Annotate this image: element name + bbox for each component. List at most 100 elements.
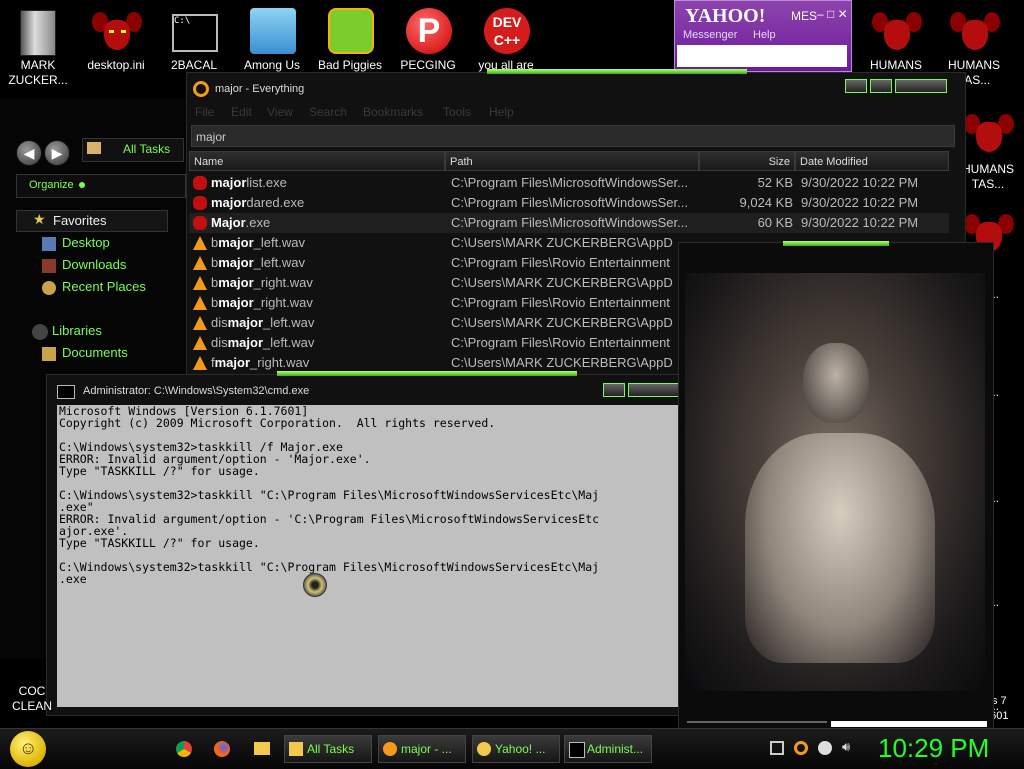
title-glow bbox=[487, 69, 747, 74]
column-header-date[interactable]: Date Modified bbox=[795, 151, 949, 171]
yahoo-logo: YAHOO! bbox=[685, 5, 766, 27]
downloads-icon bbox=[42, 259, 56, 273]
result-name-match: major bbox=[214, 355, 251, 370]
clock[interactable]: 10:29 PM bbox=[878, 733, 989, 764]
search-input[interactable]: major bbox=[191, 125, 955, 147]
smiley-icon: ☺ bbox=[19, 738, 38, 758]
result-row[interactable]: majorlist.exe C:\Program Files\MicrosoftW… bbox=[189, 173, 949, 193]
menu-file[interactable]: File bbox=[195, 105, 214, 119]
menu-view[interactable]: View bbox=[267, 105, 293, 119]
desktop-icon-label: COC CLEAN bbox=[11, 684, 52, 713]
cmd-icon: C:\ bbox=[172, 14, 218, 52]
minimize-button[interactable]: – □ ✕ bbox=[817, 7, 848, 21]
menu-bookmarks[interactable]: Bookmarks bbox=[363, 105, 423, 119]
sidebar-item-recent-places[interactable]: Recent Places bbox=[62, 279, 146, 294]
result-name: dismajor_left.wav bbox=[211, 333, 441, 353]
console-line: C:\Windows\system32>taskkill "C:\Program… bbox=[59, 488, 600, 502]
close-button[interactable] bbox=[895, 79, 947, 93]
console-line: Type "TASKKILL /?" for usage. bbox=[59, 464, 260, 478]
forward-button[interactable]: ▶ bbox=[44, 140, 70, 166]
back-button[interactable]: ◀ bbox=[16, 140, 42, 166]
result-name-prefix: dis bbox=[211, 315, 228, 330]
favorites-header[interactable]: ★ Favorites bbox=[16, 210, 168, 232]
menu-search[interactable]: Search bbox=[309, 105, 347, 119]
maximize-button[interactable] bbox=[628, 383, 680, 397]
menu-edit[interactable]: Edit bbox=[231, 105, 252, 119]
ram-icon bbox=[92, 10, 142, 54]
result-name-match: major bbox=[227, 315, 264, 330]
result-name-rest: .exe bbox=[245, 215, 271, 230]
result-row[interactable]: Major.exe C:\Program Files\MicrosoftWindo… bbox=[189, 213, 949, 233]
minimize-button[interactable] bbox=[603, 383, 625, 397]
result-name: majorlist.exe bbox=[211, 173, 441, 193]
result-name-match: major bbox=[218, 235, 254, 250]
figure-dress bbox=[745, 433, 935, 663]
seek-bar[interactable] bbox=[687, 721, 827, 723]
result-size: 52 KB bbox=[757, 175, 793, 190]
result-name-match: major bbox=[211, 195, 247, 210]
result-name: bmajor_left.wav bbox=[211, 253, 441, 273]
menu-messenger[interactable]: Messenger bbox=[683, 29, 737, 41]
taskbar: ☺ All Tasks major - ... Yahoo! ... Administ… bbox=[0, 728, 1024, 769]
taskbar-button[interactable]: major - ... bbox=[378, 735, 466, 763]
taskbar-button-label: All Tasks bbox=[307, 742, 355, 756]
menu-help[interactable]: Help bbox=[489, 105, 514, 119]
volume-bar[interactable] bbox=[831, 721, 987, 727]
taskbar-button[interactable]: Administ... bbox=[564, 735, 652, 763]
folder-icon[interactable] bbox=[254, 742, 270, 755]
window-title: major - Everything bbox=[215, 83, 305, 95]
address-text: All Tasks bbox=[123, 142, 171, 156]
taskbar-button-label: Yahoo! ... bbox=[495, 742, 546, 756]
documents-icon bbox=[42, 347, 56, 361]
menu-tools[interactable]: Tools bbox=[443, 105, 471, 119]
among-us-icon bbox=[250, 8, 296, 54]
column-header-size[interactable]: Size bbox=[699, 151, 795, 171]
chrome-icon[interactable] bbox=[176, 741, 192, 757]
ram-icon bbox=[193, 216, 207, 230]
console-text: Microsoft Windows [Version 6.1.7601] Copy… bbox=[57, 405, 679, 585]
result-date: 9/30/2022 10:22 PM bbox=[801, 215, 919, 230]
result-name-rest: _left.wav bbox=[253, 255, 305, 270]
yahoo-content bbox=[677, 45, 847, 67]
sidebar-item-libraries[interactable]: Libraries bbox=[52, 323, 102, 338]
sidebar-item-documents[interactable]: Documents bbox=[62, 345, 128, 360]
firefox-icon[interactable] bbox=[214, 741, 230, 757]
taskbar-button[interactable]: Yahoo! ... bbox=[472, 735, 560, 763]
sidebar-item-desktop[interactable]: Desktop bbox=[62, 235, 110, 250]
volume-icon[interactable]: 🔊︎ bbox=[842, 739, 856, 754]
minimize-button[interactable] bbox=[845, 79, 867, 93]
messenger-icon[interactable] bbox=[818, 741, 832, 755]
result-row[interactable]: majordared.exe C:\Program Files\Microsoft… bbox=[189, 193, 949, 213]
result-path: C:\Program Files\Rovio Entertainment bbox=[451, 255, 670, 270]
network-icon[interactable] bbox=[770, 741, 784, 755]
menu-help[interactable]: Help bbox=[753, 29, 776, 41]
video-window[interactable] bbox=[678, 241, 994, 732]
title-glow bbox=[277, 371, 577, 376]
desktop-icon bbox=[42, 237, 56, 251]
window-controls[interactable] bbox=[603, 383, 680, 397]
result-path: C:\Users\MARK ZUCKERBERG\AppD bbox=[451, 275, 673, 290]
start-button[interactable]: ☺ bbox=[10, 731, 46, 767]
search-icon bbox=[383, 742, 397, 756]
console-output[interactable]: Microsoft Windows [Version 6.1.7601] Copy… bbox=[57, 405, 679, 707]
yahoo-title-suffix: MES bbox=[791, 9, 818, 23]
sidebar-item-downloads[interactable]: Downloads bbox=[62, 257, 126, 272]
result-name-rest: _right.wav bbox=[250, 355, 310, 370]
desktop-icon-label: PECGING bbox=[400, 58, 456, 72]
maximize-button[interactable] bbox=[870, 79, 892, 93]
window-controls[interactable] bbox=[845, 79, 947, 93]
yahoo-messenger-window[interactable]: YAHOO! MES – □ ✕ Messenger Help bbox=[674, 0, 852, 72]
result-name-match: major bbox=[227, 335, 264, 350]
result-name-rest: _left.wav bbox=[263, 315, 315, 330]
search-icon[interactable] bbox=[794, 741, 808, 755]
taskbar-button[interactable]: All Tasks bbox=[284, 735, 372, 763]
vlc-icon bbox=[193, 336, 207, 350]
cmd-window[interactable]: Administrator: C:\Windows\System32\cmd.e… bbox=[46, 371, 684, 716]
result-date: 9/30/2022 10:22 PM bbox=[801, 195, 919, 210]
organize-button[interactable]: Organize bbox=[16, 174, 186, 198]
result-name-rest: dared.exe bbox=[246, 195, 305, 210]
column-header-path[interactable]: Path bbox=[445, 151, 699, 171]
column-header-name[interactable]: Name bbox=[189, 151, 445, 171]
vlc-icon bbox=[193, 356, 207, 370]
address-combo[interactable]: All Tasks bbox=[82, 138, 184, 162]
